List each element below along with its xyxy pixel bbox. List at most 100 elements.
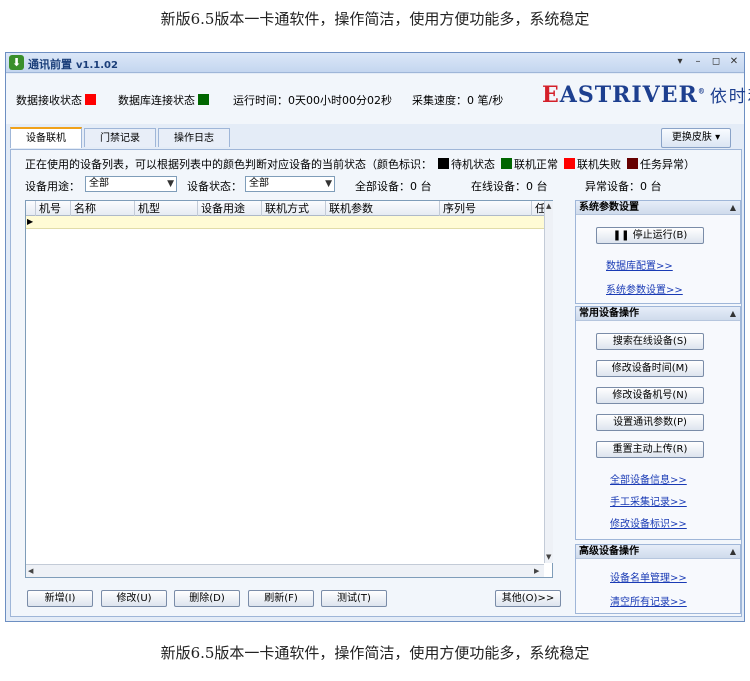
col-header-usage[interactable]: 设备用途 <box>198 201 262 216</box>
logo-cn: 依时利 <box>709 87 750 107</box>
legend-standby: 待机状态 <box>451 158 495 171</box>
col-header-name[interactable]: 名称 <box>71 201 135 216</box>
common-ops-header[interactable]: 常用设备操作 ▲ <box>576 307 740 321</box>
legend-online: 联机正常 <box>514 158 558 171</box>
scroll-left-icon[interactable]: ◀ <box>28 567 33 575</box>
col-header-model[interactable]: 机型 <box>135 201 198 216</box>
db-status: 数据库连接状态 <box>118 92 209 108</box>
reset-upload-button[interactable]: 重置主动上传(R) <box>596 441 704 458</box>
sys-params-link[interactable]: 系统参数设置>> <box>606 281 683 296</box>
runtime-text: 运行时间：0天00小时00分02秒 <box>233 94 392 107</box>
advanced-ops-header[interactable]: 高级设备操作 ▲ <box>576 545 740 559</box>
legend-intro: 正在使用的设备列表，可以根据列表中的颜色判断对应设备的当前状态（颜色标识： <box>25 158 432 171</box>
legend-online-swatch-icon <box>501 158 512 169</box>
window-title-text: 通讯前置 <box>28 58 72 71</box>
title-bar: ⬇ 通讯前置 v1.1.02 ▾ – ◻ ✕ <box>6 53 744 73</box>
minimize-icon[interactable]: – <box>692 55 704 69</box>
modify-device-tag-link[interactable]: 修改设备标识>> <box>610 515 687 530</box>
stop-run-label: 停止运行(B) <box>632 230 688 241</box>
legend-standby-swatch-icon <box>438 158 449 169</box>
color-legend: 正在使用的设备列表，可以根据列表中的颜色判断对应设备的当前状态（颜色标识： 待机状… <box>25 156 695 172</box>
sys-settings-title: 系统参数设置 <box>579 202 639 213</box>
table-row[interactable]: ▶ <box>26 216 544 229</box>
stop-run-button[interactable]: ❚❚ 停止运行(B) <box>596 227 704 244</box>
pause-icon: ❚❚ <box>612 230 630 241</box>
device-table[interactable]: 机号 名称 机型 设备用途 联机方式 联机参数 序列号 任 ▶ ▲ ▼ ◀ ▶ <box>25 200 553 578</box>
refresh-button[interactable]: 刷新(F) <box>248 590 314 607</box>
set-comm-params-button[interactable]: 设置通讯参数(P) <box>596 414 704 431</box>
tab-operation-log[interactable]: 操作日志 <box>158 128 230 147</box>
vertical-scrollbar[interactable]: ▲ ▼ <box>544 201 553 563</box>
state-select-value: 全部 <box>249 178 269 189</box>
col-header-conn-mode[interactable]: 联机方式 <box>262 201 326 216</box>
sys-settings-header[interactable]: 系统参数设置 ▲ <box>576 201 740 215</box>
row-pointer-icon: ▶ <box>27 217 34 226</box>
app-window: ⬇ 通讯前置 v1.1.02 ▾ – ◻ ✕ 数据接收状态 数据库连接状态 运行时… <box>5 52 750 622</box>
all-device-info-link[interactable]: 全部设备信息>> <box>610 471 687 486</box>
db-config-link[interactable]: 数据库配置>> <box>606 257 673 272</box>
menu-dropdown-icon[interactable]: ▾ <box>674 55 686 69</box>
db-status-indicator-icon <box>198 94 209 105</box>
col-header-id[interactable]: 机号 <box>36 201 71 216</box>
scroll-up-icon[interactable]: ▲ <box>546 202 551 210</box>
logo-tm: ® <box>697 86 706 96</box>
manual-collect-link[interactable]: 手工采集记录>> <box>610 493 687 508</box>
usage-select-value: 全部 <box>89 178 109 189</box>
window-version: v1.1.02 <box>76 60 118 71</box>
logo-en: ASTRIVER <box>559 82 698 108</box>
delete-button[interactable]: 删除(D) <box>174 590 240 607</box>
db-status-label: 数据库连接状态 <box>118 94 195 107</box>
legend-error-swatch-icon <box>627 158 638 169</box>
chevron-down-icon: ▼ <box>167 179 174 189</box>
maximize-icon[interactable]: ◻ <box>710 55 722 69</box>
change-skin-button[interactable]: 更换皮肤 ▾ <box>661 128 731 148</box>
recv-status-indicator-icon <box>85 94 96 105</box>
usage-filter-label: 设备用途： <box>25 180 80 193</box>
scroll-right-icon[interactable]: ▶ <box>534 567 539 575</box>
status-bar: 数据接收状态 数据库连接状态 运行时间：0天00小时00分02秒 采集速度：0 … <box>6 74 750 124</box>
legend-error: 任务异常） <box>640 158 695 171</box>
modify-device-id-button[interactable]: 修改设备机号(N) <box>596 387 704 404</box>
usage-select[interactable]: 全部 ▼ <box>85 176 177 192</box>
recv-status: 数据接收状态 <box>16 92 96 108</box>
top-caption: 新版6.5版本一卡通软件，操作简洁，使用方便功能多，系统稳定 <box>160 10 590 28</box>
edit-button[interactable]: 修改(U) <box>101 590 167 607</box>
common-ops-section: 常用设备操作 ▲ 搜索在线设备(S) 修改设备时间(M) 修改设备机号(N) 设置… <box>575 306 741 540</box>
test-button[interactable]: 测试(T) <box>321 590 387 607</box>
change-skin-label: 更换皮肤 <box>671 132 712 143</box>
col-header-serial[interactable]: 序列号 <box>440 201 532 216</box>
download-arrow-icon: ⬇ <box>9 55 24 70</box>
state-filter-label: 设备状态： <box>187 180 242 193</box>
tab-bar: 设备联机 门禁记录 操作日志 <box>10 127 232 150</box>
other-button[interactable]: 其他(O)>> <box>495 590 561 607</box>
clear-all-records-link[interactable]: 清空所有记录>> <box>610 593 687 608</box>
scroll-down-icon[interactable]: ▼ <box>546 553 551 561</box>
legend-failed: 联机失败 <box>577 158 621 171</box>
legend-failed-swatch-icon <box>564 158 575 169</box>
abnormal-devices-count: 异常设备：0 台 <box>585 180 662 193</box>
device-list-mgmt-link[interactable]: 设备名单管理>> <box>610 569 687 584</box>
search-online-devices-button[interactable]: 搜索在线设备(S) <box>596 333 704 350</box>
collapse-icon[interactable]: ▲ <box>730 545 736 559</box>
modify-device-time-button[interactable]: 修改设备时间(M) <box>596 360 704 377</box>
close-icon[interactable]: ✕ <box>728 55 740 69</box>
advanced-ops-title: 高级设备操作 <box>579 546 639 557</box>
collapse-icon[interactable]: ▲ <box>730 201 736 215</box>
window-title: 通讯前置 v1.1.02 <box>28 56 118 72</box>
table-header: 机号 名称 机型 设备用途 联机方式 联机参数 序列号 任 <box>26 201 546 216</box>
header-indicator <box>26 201 36 216</box>
advanced-ops-section: 高级设备操作 ▲ 设备名单管理>> 清空所有记录>> <box>575 544 741 614</box>
collapse-icon[interactable]: ▲ <box>730 307 736 321</box>
state-select[interactable]: 全部 ▼ <box>245 176 335 192</box>
tab-access-records[interactable]: 门禁记录 <box>84 128 156 147</box>
eastriver-logo: EASTRIVER®依时利 <box>542 82 750 108</box>
window-controls: ▾ – ◻ ✕ <box>674 55 740 69</box>
col-header-conn-params[interactable]: 联机参数 <box>326 201 440 216</box>
logo-first-letter: E <box>542 82 560 108</box>
speed-text: 采集速度：0 笔/秒 <box>412 94 504 107</box>
add-button[interactable]: 新增(I) <box>27 590 93 607</box>
horizontal-scrollbar[interactable]: ◀ ▶ <box>26 564 544 577</box>
chevron-down-icon: ▾ <box>715 132 721 143</box>
chevron-down-icon: ▼ <box>325 179 332 189</box>
tab-device-online[interactable]: 设备联机 <box>10 127 82 148</box>
